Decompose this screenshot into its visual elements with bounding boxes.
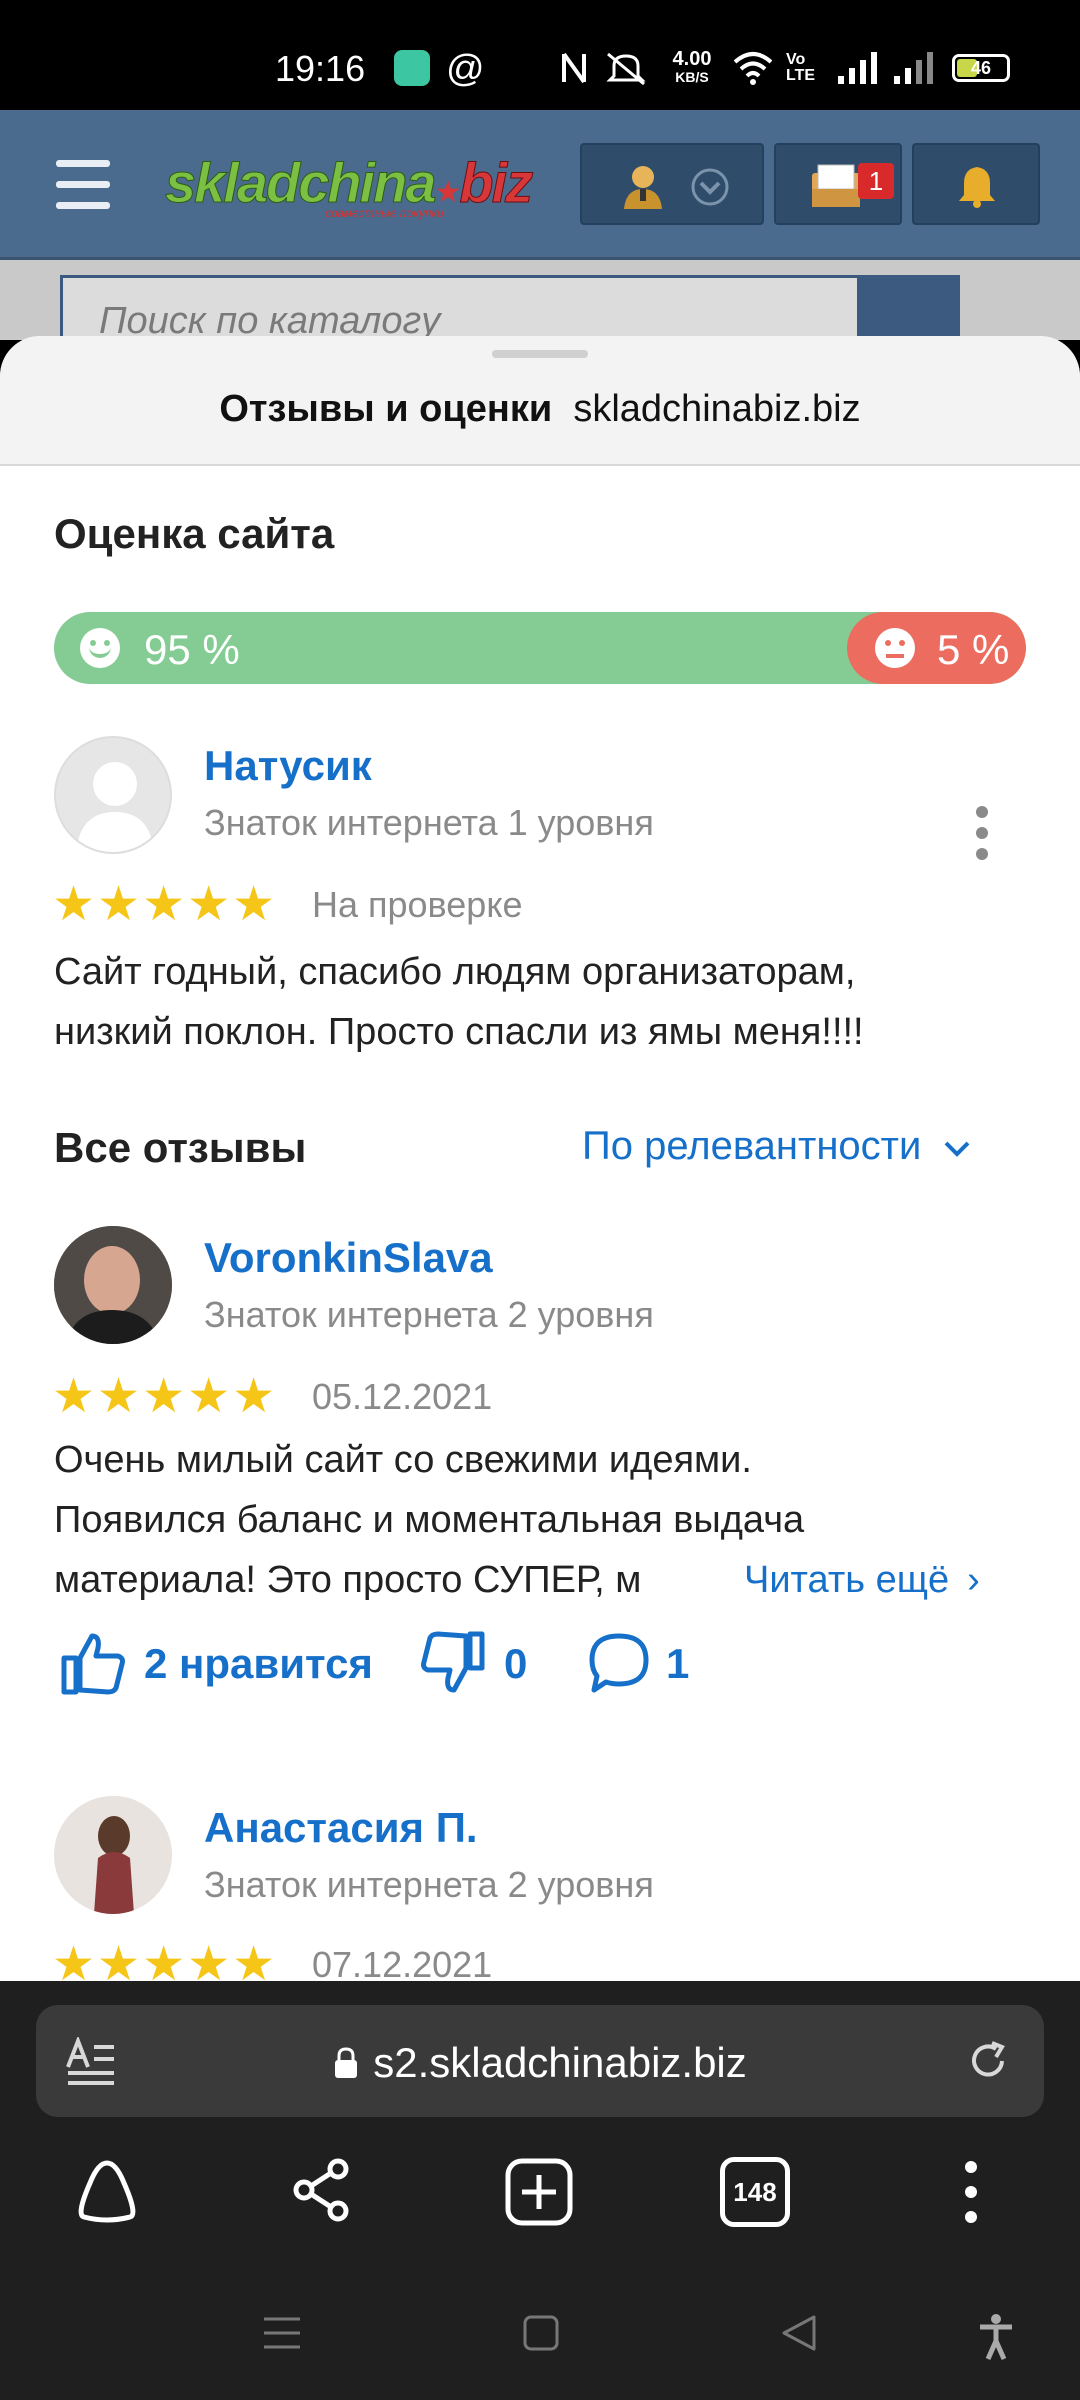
sad-face-icon <box>875 628 915 668</box>
volte-indicator: Vo LTE <box>786 51 816 84</box>
nfc-icon <box>562 52 586 84</box>
bell-icon <box>959 167 995 208</box>
positive-percent: 95 % <box>144 626 240 673</box>
chevron-down-icon <box>691 168 729 206</box>
review-avatar[interactable] <box>54 1226 172 1344</box>
comment-bubble-icon <box>589 1633 649 1693</box>
review-stars: ★★★★★ <box>52 1938 278 1981</box>
battery-icon: 46 <box>952 54 1010 82</box>
battery-level: 46 <box>970 58 992 78</box>
sheet-grabber[interactable] <box>492 350 588 358</box>
happy-face-icon <box>80 628 120 668</box>
signal-1-icon <box>838 52 877 84</box>
my-review-level: Знаток интернета 1 уровня <box>204 802 654 843</box>
notifications-button[interactable] <box>912 143 1040 225</box>
my-review-author[interactable]: Натусик <box>204 742 372 790</box>
review-date: 07.12.2021 <box>312 1944 493 1981</box>
alice-assistant-icon[interactable] <box>72 2157 142 2223</box>
my-review-text: Сайт годный, спасибо людям организаторам… <box>54 951 864 1053</box>
url-display[interactable]: s2.skladchinabiz.biz <box>36 2039 1044 2087</box>
wifi-icon <box>733 52 773 85</box>
share-icon[interactable] <box>290 2157 354 2223</box>
messages-badge: 1 <box>858 163 894 199</box>
status-time: 19:16 <box>275 48 366 89</box>
sort-dropdown[interactable]: По релевантности <box>582 1124 972 1169</box>
negative-segment: 5 % <box>847 612 1026 684</box>
review-avatar[interactable] <box>54 1796 172 1914</box>
browser-toolbar: s2.skladchinabiz.biz 148 <box>0 1981 1080 2400</box>
at-sign-icon: @ <box>446 48 485 90</box>
sheet-header[interactable]: Отзывы и оценки skladchinabiz.biz <box>0 336 1080 466</box>
signal-2-icon <box>894 52 933 84</box>
user-avatar-icon <box>624 166 662 209</box>
catalog-search-input[interactable]: Поиск по каталогу <box>60 275 860 345</box>
my-review-stars: ★★★★★ <box>52 878 278 931</box>
catalog-search-button[interactable] <box>860 275 960 345</box>
address-bar[interactable]: s2.skladchinabiz.biz <box>36 2005 1044 2117</box>
back-icon[interactable] <box>780 2313 818 2353</box>
recent-apps-icon[interactable] <box>262 2313 302 2353</box>
review-author-level: Знаток интернета 2 уровня <box>204 1864 654 1905</box>
review-author[interactable]: Анастасия П. <box>204 1804 478 1852</box>
review-author[interactable]: VoronkinSlava <box>204 1234 493 1282</box>
tabs-counter-button[interactable]: 148 <box>720 2157 790 2227</box>
more-options-icon[interactable] <box>956 800 1008 866</box>
read-more-link[interactable]: Читать ещё › <box>714 1550 1034 1610</box>
rating-bar: 95 % 5 % <box>54 612 1026 684</box>
menu-icon[interactable] <box>56 160 110 210</box>
new-tab-icon[interactable] <box>504 2157 574 2227</box>
review-stars: ★★★★★ <box>52 1370 278 1423</box>
my-review-avatar[interactable] <box>54 736 172 854</box>
my-review-status: На проверке <box>312 884 523 925</box>
review-text: Очень милый сайт со свежими идеями. Появ… <box>54 1430 1034 1610</box>
net-speed: 4.00 KB/S <box>672 48 712 85</box>
reload-icon[interactable] <box>966 2039 1010 2083</box>
thumbs-down-icon <box>421 1631 485 1693</box>
home-icon[interactable] <box>522 2313 560 2353</box>
negative-percent: 5 % <box>937 626 1010 673</box>
lock-icon <box>335 2047 358 2078</box>
review-author-level: Знаток интернета 2 уровня <box>204 1294 654 1335</box>
all-reviews-heading: Все отзывы <box>54 1124 307 1171</box>
sheet-title: Отзывы и оценки skladchinabiz.biz <box>219 388 861 430</box>
site-header: skladchina★biz совместные покупки 1 <box>0 110 1080 260</box>
site-rating-heading: Оценка сайта <box>54 510 335 557</box>
review-date: 05.12.2021 <box>312 1376 493 1417</box>
logo-tagline: совместные покупки <box>325 206 444 220</box>
app-notification-icon <box>394 50 430 86</box>
thumbs-up-icon <box>61 1633 125 1695</box>
mute-bell-icon <box>606 52 646 86</box>
inbox-icon <box>812 164 860 207</box>
reviews-sheet: Отзывы и оценки skladchinabiz.biz Оценка… <box>0 336 1080 1981</box>
accessibility-icon[interactable] <box>976 2313 1016 2361</box>
chevron-down-icon <box>945 1141 970 1157</box>
tabs-count: 148 <box>733 2177 777 2207</box>
status-bar: 19:16 @ 4.00 KB/S Vo LTE 46 <box>0 0 1080 110</box>
user-menu-button[interactable] <box>580 143 764 225</box>
catalog-search-area: Поиск по каталогу <box>0 260 1080 345</box>
browser-menu-icon[interactable] <box>956 2157 986 2227</box>
messages-button[interactable]: 1 <box>774 143 902 225</box>
